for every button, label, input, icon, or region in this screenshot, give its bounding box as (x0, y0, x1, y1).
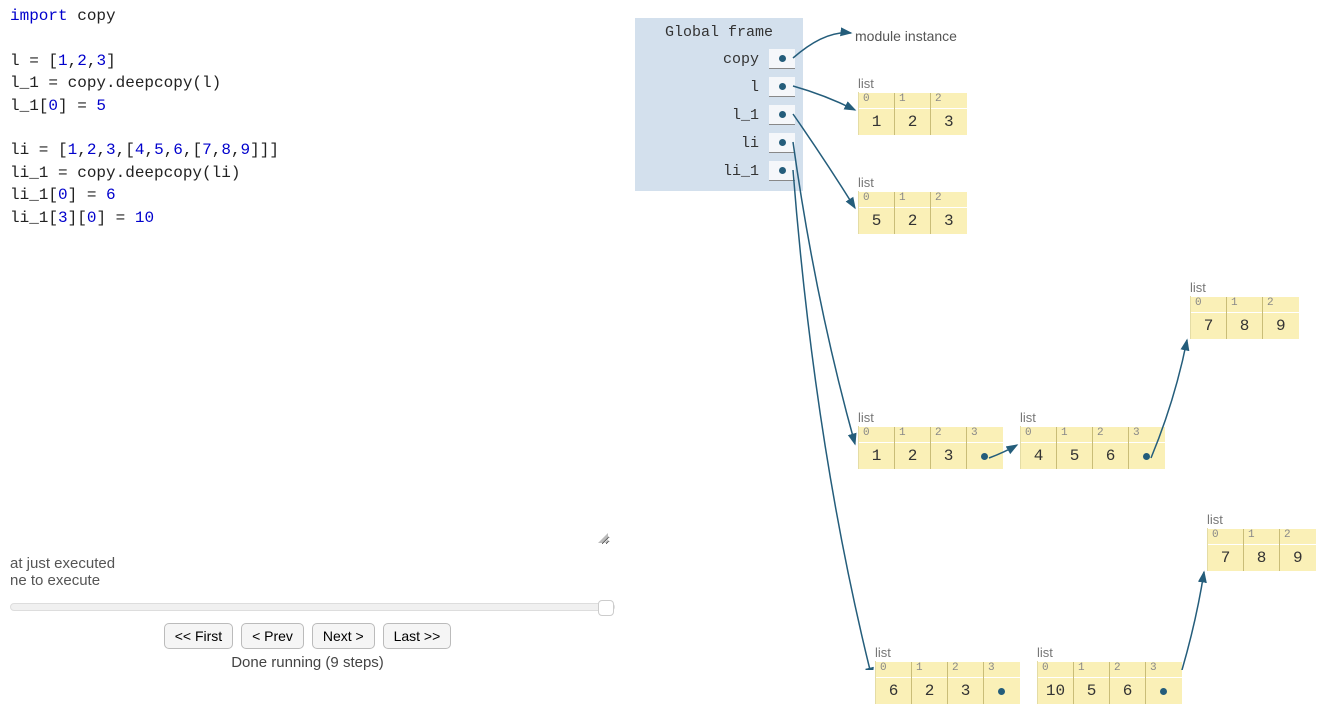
list-label-li-inner: list (1020, 410, 1036, 425)
code-editor[interactable]: import copy l = [1,2,3] l_1 = copy.deepc… (10, 5, 610, 545)
pointer-dot-icon (1143, 453, 1150, 460)
heap-list-l1: 012523 (858, 191, 967, 234)
prev-button[interactable]: < Prev (241, 623, 304, 649)
pointer-dot-icon (779, 111, 786, 118)
pointer-dot-icon (998, 688, 1005, 695)
list-label-li1-inner: list (1037, 645, 1053, 660)
list-label-l1: list (858, 175, 874, 190)
nav-buttons: << First < Prev Next > Last >> (10, 623, 605, 649)
heap-list-li-inner2: 012789 (1190, 296, 1299, 339)
status-lines: at just executed ne to execute (10, 555, 605, 589)
pointer-dot-icon (779, 83, 786, 90)
first-button[interactable]: << First (164, 623, 233, 649)
visualization-panel: Global frame copy l l_1li li_1 module insta… (615, 0, 1334, 670)
list-label-l: list (858, 76, 874, 91)
heap-list-l: 012123 (858, 92, 967, 135)
status-next: ne to execute (10, 572, 605, 589)
list-label-li: list (858, 410, 874, 425)
frame-var-pointer-box (769, 105, 795, 125)
frame-var-name: copy (635, 51, 769, 68)
frame-var-pointer-box (769, 161, 795, 181)
frame-var-li: li (635, 129, 803, 157)
pointer-dot-icon (779, 167, 786, 174)
global-frame: Global frame copy l l_1li li_1 (635, 18, 803, 191)
last-button[interactable]: Last >> (383, 623, 452, 649)
module-instance-label: module instance (855, 28, 957, 44)
final-message: Done running (9 steps) (10, 654, 605, 671)
step-slider[interactable] (10, 603, 615, 611)
pointer-dot-icon (1160, 688, 1167, 695)
heap-list-li1-inner: 01231056 (1037, 661, 1182, 704)
pointer-dot-icon (779, 139, 786, 146)
heap-list-li1-inner2: 012789 (1207, 528, 1316, 571)
status-executed: at just executed (10, 555, 605, 572)
frame-var-pointer-box (769, 49, 795, 69)
list-label-li1: list (875, 645, 891, 660)
frame-var-pointer-box (769, 133, 795, 153)
code-panel: import copy l = [1,2,3] l_1 = copy.deepc… (0, 0, 615, 670)
next-button[interactable]: Next > (312, 623, 375, 649)
pointer-dot-icon (779, 55, 786, 62)
frame-var-l: l (635, 73, 803, 101)
frame-var-name: li (635, 135, 769, 152)
frame-var-copy: copy (635, 45, 803, 73)
frame-var-pointer-box (769, 77, 795, 97)
list-label-li1-inner2: list (1207, 512, 1223, 527)
pointer-dot-icon (981, 453, 988, 460)
heap-list-li-inner: 0123456 (1020, 426, 1165, 469)
frame-var-name: l (635, 79, 769, 96)
frame-var-li-1: li_1 (635, 157, 803, 185)
frame-title: Global frame (635, 24, 803, 41)
list-label-li-inner2: list (1190, 280, 1206, 295)
frame-var-l-1: l_1 (635, 101, 803, 129)
frame-var-name: l_1 (635, 107, 769, 124)
heap-list-li1: 0123623 (875, 661, 1020, 704)
heap-list-li: 0123123 (858, 426, 1003, 469)
frame-var-name: li_1 (635, 163, 769, 180)
